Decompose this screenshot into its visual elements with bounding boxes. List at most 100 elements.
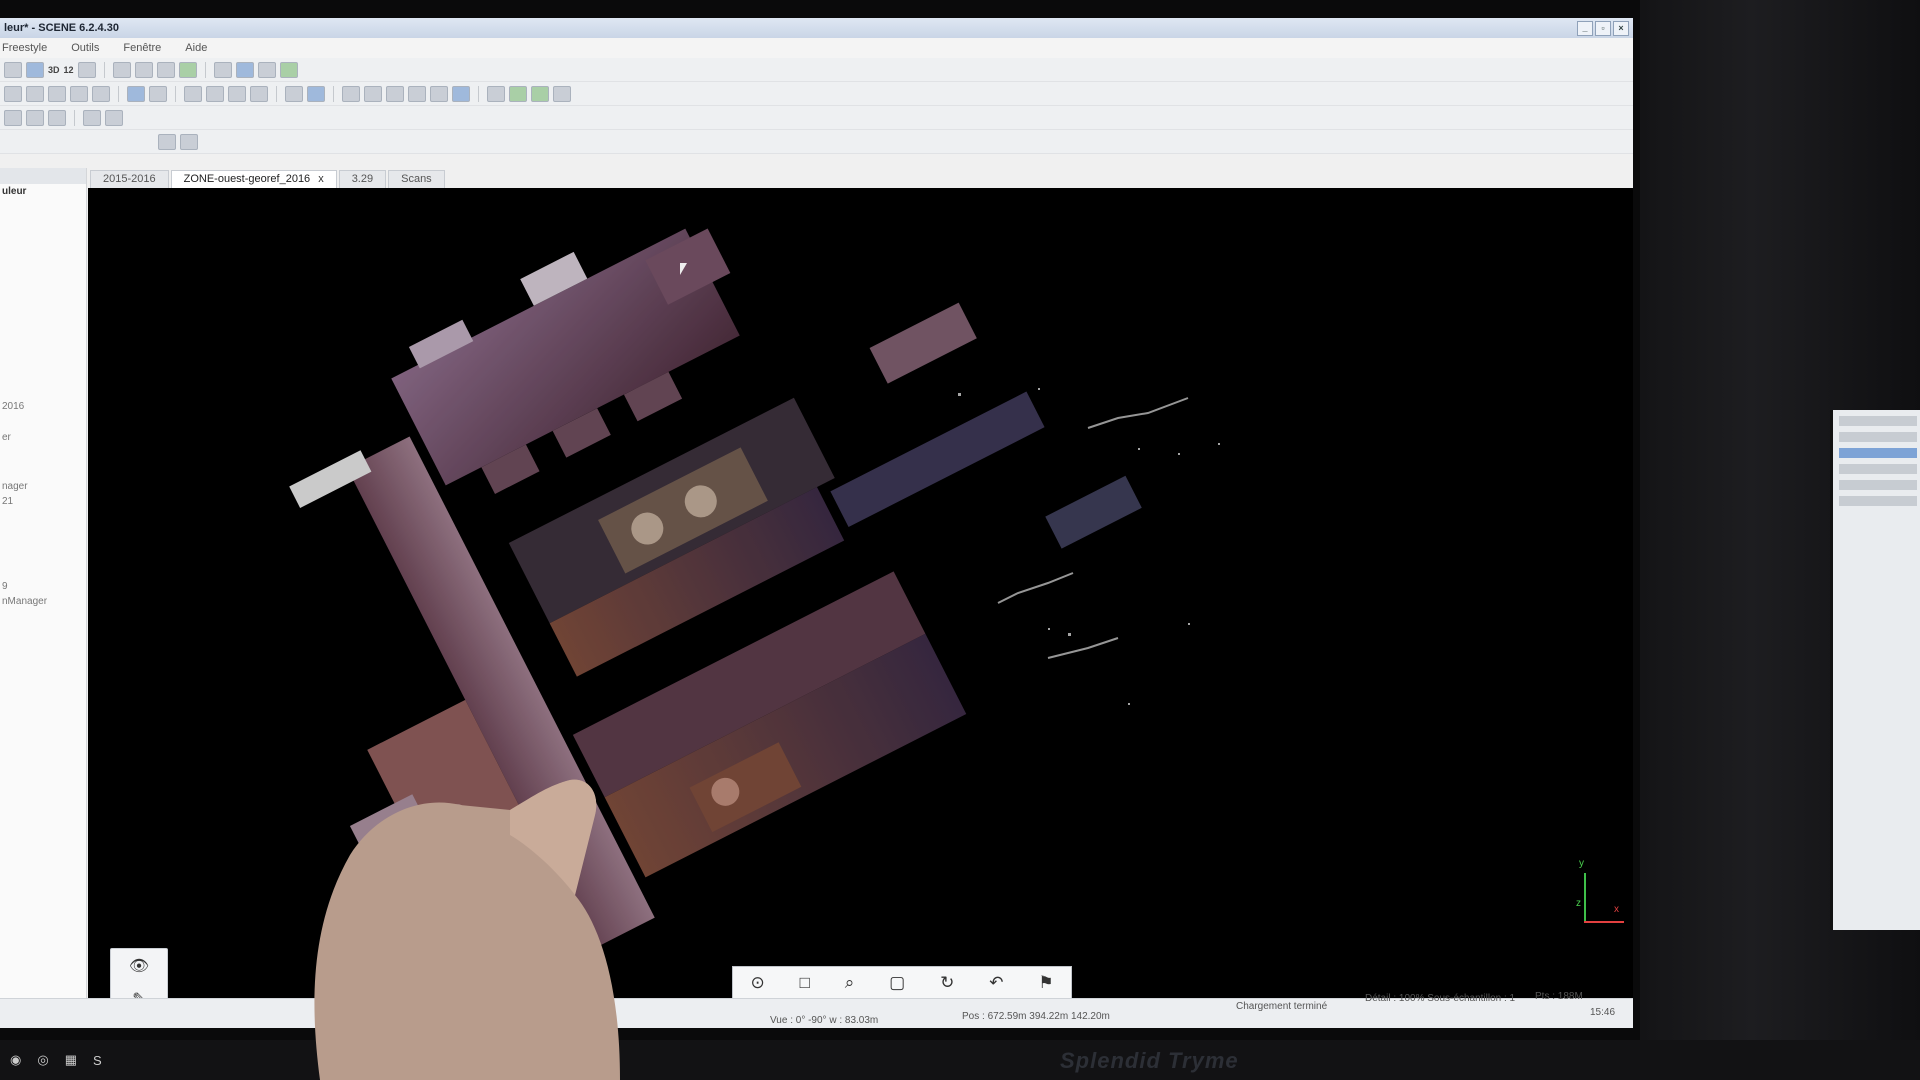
position-status: Pos : 672.59m 394.22m 142.20m xyxy=(962,1011,1110,1022)
lock-icon[interactable] xyxy=(83,109,101,126)
orbit-icon[interactable]: ⊙ xyxy=(750,973,764,993)
camera-icon[interactable] xyxy=(213,61,232,78)
cube-icon[interactable] xyxy=(4,85,22,102)
square-view-icon[interactable] xyxy=(452,85,470,102)
toolbar-row-3 xyxy=(0,106,1633,130)
point-cloud-render xyxy=(289,228,1220,982)
zoom-icon[interactable] xyxy=(127,85,145,102)
zoom-icon[interactable]: ⌕ xyxy=(845,973,855,993)
tree-item[interactable]: nManager xyxy=(0,594,86,609)
3d-viewport[interactable] xyxy=(88,188,1633,998)
box-view-icon[interactable]: ▢ xyxy=(889,973,905,993)
minimize-button[interactable]: _ xyxy=(1577,20,1593,36)
tree-item[interactable]: 2016 xyxy=(0,399,86,414)
check-icon[interactable] xyxy=(307,85,325,102)
tag-icon[interactable] xyxy=(178,61,197,78)
chrome-icon[interactable]: ◎ xyxy=(37,1052,48,1068)
layers-icon[interactable] xyxy=(112,61,131,78)
tree-item[interactable]: 21 xyxy=(0,494,86,509)
export-icon[interactable] xyxy=(206,85,224,102)
window-title: leur* - SCENE 6.2.4.30 xyxy=(4,22,119,34)
navigation-toolbar: ⊙ □ ⌕ ▢ ↻ ↶ ⚑ xyxy=(732,966,1072,1000)
tree-item[interactable]: 9 xyxy=(0,579,86,594)
paste-icon[interactable] xyxy=(48,85,66,102)
clip-box-icon[interactable] xyxy=(509,85,527,102)
document-tabs: 2015-2016 ZONE-ouest-georef_2016 x 3.29 S… xyxy=(90,170,447,188)
axis-y-label: y xyxy=(1579,858,1584,869)
view-12-button[interactable]: 12 xyxy=(64,63,74,77)
menu-outils[interactable]: Outils xyxy=(71,42,99,54)
rotate-icon[interactable]: ↻ xyxy=(940,973,954,993)
mouse-cursor xyxy=(680,263,687,275)
tab-2015-2016[interactable]: 2015-2016 xyxy=(90,170,169,188)
stack-icon[interactable] xyxy=(4,109,22,126)
align-icon[interactable] xyxy=(158,133,176,150)
undo-icon[interactable] xyxy=(4,61,22,78)
tab-zone-ouest[interactable]: ZONE-ouest-georef_2016 x xyxy=(170,170,337,188)
points-large-icon[interactable] xyxy=(386,85,404,102)
loading-status: Chargement terminé xyxy=(1236,1001,1328,1012)
reset-view-icon[interactable]: ↶ xyxy=(989,973,1003,993)
grid-dense-icon[interactable] xyxy=(430,85,448,102)
monitor-brand-logo: Splendid Tryme xyxy=(1060,1048,1239,1073)
points-medium-icon[interactable] xyxy=(364,85,382,102)
toolbar-row-1: 3D 12 xyxy=(0,58,1633,82)
view-angle-status: Vue : 0° -90° w : 83.03m xyxy=(770,1015,879,1026)
copy-icon[interactable] xyxy=(26,85,44,102)
eye-icon[interactable]: 👁 xyxy=(111,949,167,982)
eye-icon[interactable] xyxy=(149,85,167,102)
menu-fenetre[interactable]: Fenêtre xyxy=(123,42,161,54)
measure-icon[interactable] xyxy=(487,85,505,102)
tab-scans[interactable]: Scans xyxy=(388,170,445,188)
tab-3-29[interactable]: 3.29 xyxy=(338,170,387,188)
status-bar: Vue : 0° -90° w : 83.03m Pos : 672.59m 3… xyxy=(0,991,1633,1028)
video-icon[interactable] xyxy=(184,85,202,102)
gear-icon[interactable] xyxy=(180,133,198,150)
scene-taskbar-item[interactable]: S xyxy=(93,1053,102,1068)
tab-label: ZONE-ouest-georef_2016 xyxy=(183,173,311,185)
menu-bar: Freestyle Outils Fenêtre Aide xyxy=(0,38,1633,58)
close-button[interactable]: × xyxy=(1613,20,1629,36)
menu-freestyle[interactable]: Freestyle xyxy=(2,42,47,54)
grid-icon[interactable] xyxy=(257,61,276,78)
maximize-button[interactable]: ▫ xyxy=(1595,20,1611,36)
axis-x-line xyxy=(1584,921,1624,923)
box-icon[interactable] xyxy=(70,85,88,102)
structure-panel: uleur 2016 er nager 21 9 nManager xyxy=(0,168,87,1028)
clock: 15:46 xyxy=(1590,1007,1616,1018)
page-icon[interactable] xyxy=(156,61,175,78)
view-cube-icon[interactable]: □ xyxy=(800,973,810,993)
stack-3-icon[interactable] xyxy=(48,109,66,126)
points-small-icon[interactable] xyxy=(342,85,360,102)
home-icon[interactable] xyxy=(77,61,96,78)
cursor-tool-icon[interactable] xyxy=(26,61,44,78)
document-icon[interactable] xyxy=(134,61,153,78)
toolbar-row-2 xyxy=(0,82,1633,106)
points-count: Pts : 188M xyxy=(1535,991,1583,1002)
import-icon[interactable] xyxy=(228,85,246,102)
scan-icon[interactable] xyxy=(279,61,298,78)
axis-x-label: x xyxy=(1614,904,1619,915)
taskbar: ◉ ◎ ▦ S xyxy=(0,1050,310,1070)
flag-icon[interactable]: ⚑ xyxy=(1038,973,1053,993)
scene-app-window: leur* - SCENE 6.2.4.30 _ ▫ × Freestyle O… xyxy=(0,18,1633,1028)
points-xl-icon[interactable] xyxy=(408,85,426,102)
toolbar-row-4 xyxy=(0,130,1633,154)
stack-2-icon[interactable] xyxy=(26,109,44,126)
table-icon[interactable] xyxy=(285,85,303,102)
pin-icon[interactable] xyxy=(105,109,123,126)
axis-y-line xyxy=(1584,873,1586,921)
close-tab-icon[interactable]: x xyxy=(318,173,324,185)
title-bar: leur* - SCENE 6.2.4.30 _ ▫ × xyxy=(0,18,1633,38)
view-3d-button[interactable]: 3D xyxy=(48,63,60,77)
tree-item[interactable]: er xyxy=(0,430,86,445)
sphere-icon[interactable] xyxy=(92,85,110,102)
files-icon[interactable]: ▦ xyxy=(65,1052,77,1068)
clip-box-2-icon[interactable] xyxy=(531,85,549,102)
tree-item[interactable]: nager xyxy=(0,479,86,494)
filter-icon[interactable] xyxy=(235,61,254,78)
settings-sphere-icon[interactable] xyxy=(553,85,571,102)
start-icon[interactable]: ◉ xyxy=(10,1052,21,1068)
menu-aide[interactable]: Aide xyxy=(185,42,207,54)
image-icon[interactable] xyxy=(250,85,268,102)
